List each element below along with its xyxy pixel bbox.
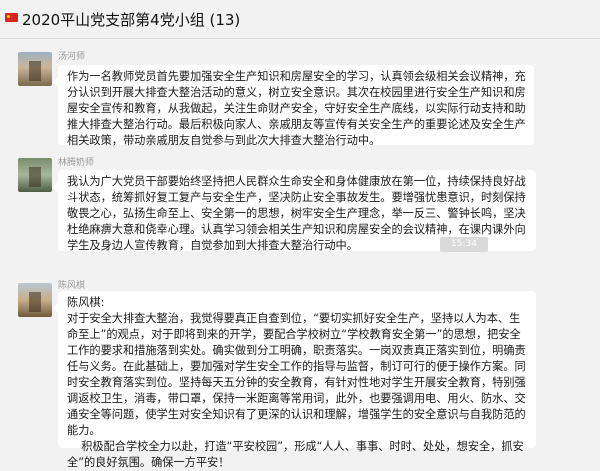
sender-name: 陈风棋: [58, 281, 86, 291]
party-flag-icon: [5, 13, 18, 22]
message-bubble[interactable]: 陈风棋: 对于安全大排查大整治，我觉得要真正自查到位，“要切实抓好安全生产，坚持…: [53, 291, 536, 469]
avatar[interactable]: [18, 52, 52, 86]
message-bubble[interactable]: 作为一名教师党员首先要加强安全生产知识和房屋安全的学习，认真领会级相关会议精神，…: [53, 65, 534, 147]
chat-title: 2020平山党支部第4党小组 (13): [22, 11, 241, 29]
chat-title-bar: 2020平山党支部第4党小组 (13): [0, 0, 600, 39]
sender-name: 林腾奶师: [58, 158, 95, 168]
sender-name: 汤河师: [58, 52, 86, 62]
avatar[interactable]: [18, 158, 52, 192]
message-timestamp: 15:34: [440, 237, 488, 252]
avatar[interactable]: [18, 283, 52, 317]
